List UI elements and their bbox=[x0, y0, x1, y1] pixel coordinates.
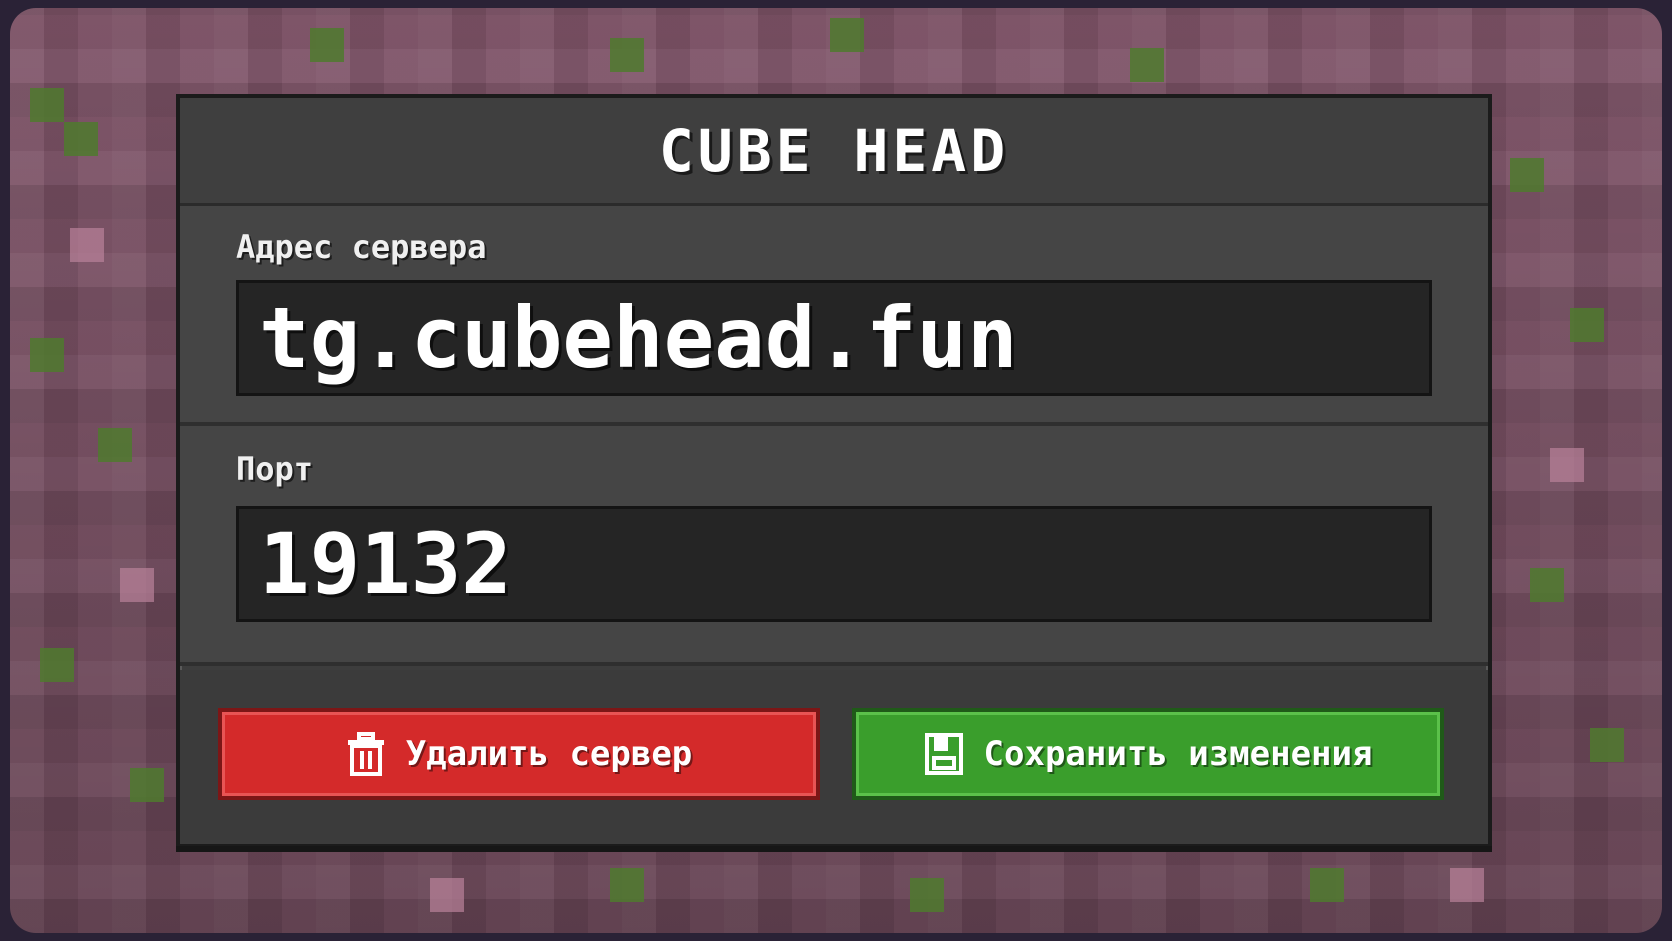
server-address-section: Адрес сервера tg.cubehead.fun bbox=[180, 206, 1488, 426]
delete-server-label: Удалить сервер bbox=[405, 734, 693, 774]
leaf-block bbox=[98, 428, 132, 462]
leaf-block bbox=[1510, 158, 1544, 192]
save-changes-button[interactable]: Сохранить изменения bbox=[852, 708, 1444, 800]
delete-server-button[interactable]: Удалить сервер bbox=[218, 708, 820, 800]
port-label: Порт bbox=[236, 450, 314, 488]
server-address-label: Адрес сервера bbox=[236, 228, 487, 266]
actions-bar: Удалить сервер Сохранить изменения bbox=[180, 670, 1488, 844]
leaf-block bbox=[40, 648, 74, 682]
leaf-block bbox=[1130, 48, 1164, 82]
leaf-block bbox=[1590, 728, 1624, 762]
leaf-block bbox=[30, 338, 64, 372]
save-icon bbox=[924, 732, 964, 776]
port-section: Порт 19132 bbox=[180, 426, 1488, 666]
pink-block bbox=[1450, 868, 1484, 902]
leaf-block bbox=[910, 878, 944, 912]
leaf-block bbox=[1570, 308, 1604, 342]
leaf-block bbox=[64, 122, 98, 156]
leaf-block bbox=[130, 768, 164, 802]
pink-block bbox=[70, 228, 104, 262]
dialog-title: CUBE HEAD bbox=[180, 98, 1488, 206]
pink-block bbox=[1550, 448, 1584, 482]
port-input[interactable]: 19132 bbox=[236, 506, 1432, 622]
server-address-input[interactable]: tg.cubehead.fun bbox=[236, 280, 1432, 396]
edit-server-dialog: CUBE HEAD Адрес сервера tg.cubehead.fun … bbox=[176, 94, 1492, 846]
leaf-block bbox=[610, 868, 644, 902]
pink-block bbox=[120, 568, 154, 602]
trash-icon bbox=[346, 732, 386, 776]
leaf-block bbox=[1530, 568, 1564, 602]
leaf-block bbox=[1310, 868, 1344, 902]
leaf-block bbox=[610, 38, 644, 72]
leaf-block bbox=[30, 88, 64, 122]
pink-block bbox=[430, 878, 464, 912]
save-changes-label: Сохранить изменения bbox=[983, 734, 1373, 774]
leaf-block bbox=[310, 28, 344, 62]
leaf-block bbox=[830, 18, 864, 52]
